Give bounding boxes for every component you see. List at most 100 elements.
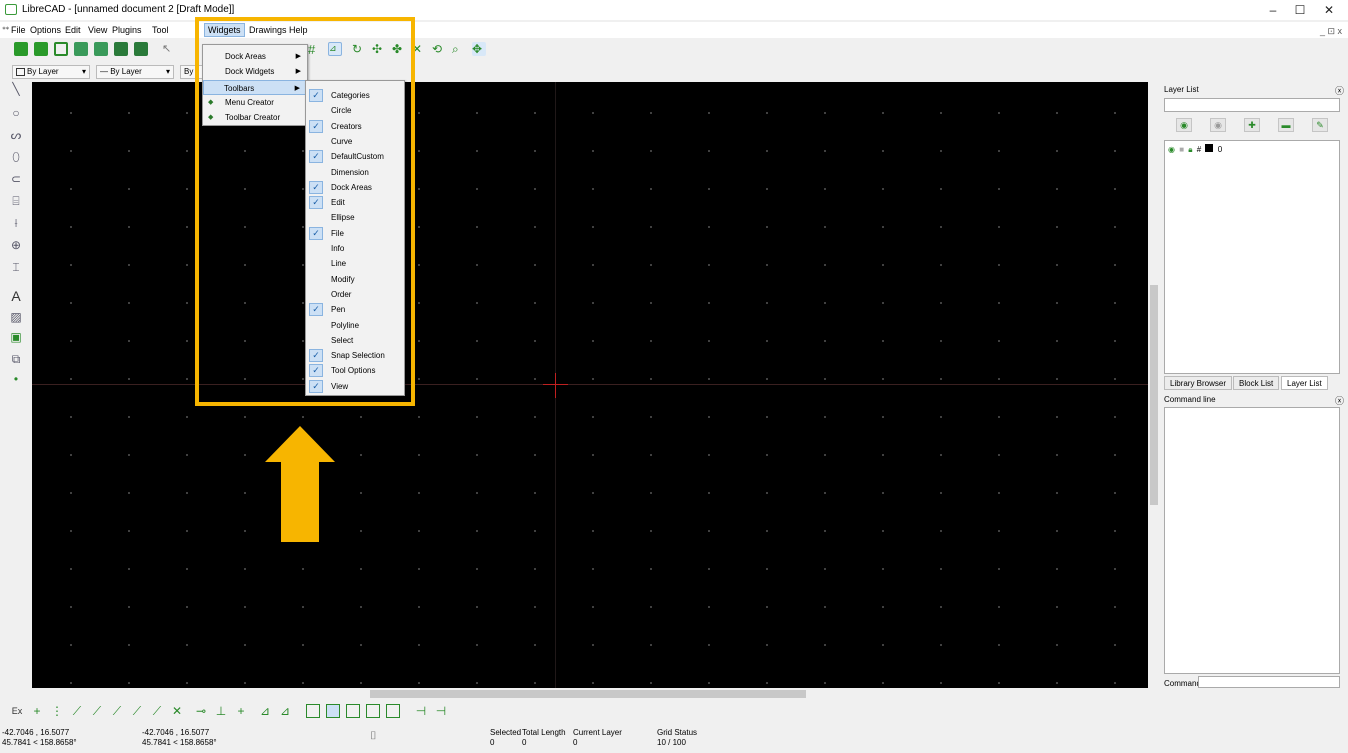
- layer-row[interactable]: ◉ ■ 🔒︎ # 0: [1168, 144, 1222, 156]
- command-input[interactable]: [1198, 676, 1340, 688]
- snap-distance-icon[interactable]: ⟋: [150, 704, 164, 718]
- command-line-title: Command line: [1164, 395, 1216, 404]
- menu-creator-icon[interactable]: ⊣: [414, 704, 428, 718]
- zoom-window-icon[interactable]: ⌕: [452, 42, 466, 56]
- menubar-grip-icon: ᕯ: [2, 25, 10, 35]
- menu-edit[interactable]: Edit: [65, 25, 81, 35]
- image-tool-icon[interactable]: ▣: [8, 330, 24, 346]
- layer-print-icon[interactable]: #: [1197, 145, 1201, 154]
- grid-status-label: Grid Status: [657, 728, 698, 737]
- pen-toolbar: By Layer ▾ — By Layer ▾ By: [8, 64, 1148, 80]
- hide-all-layers-icon[interactable]: ◉: [1210, 118, 1226, 132]
- save-as-icon[interactable]: [94, 42, 108, 56]
- status-bar: -42.7046 , 16.5077 45.7841 < 158.8658° -…: [0, 724, 1348, 753]
- width-combo[interactable]: — By Layer ▾: [96, 65, 174, 79]
- layer-lock-icon[interactable]: 🔒︎: [1188, 145, 1192, 154]
- zoom-pan-icon[interactable]: ✥: [472, 42, 486, 56]
- layer-freeze-icon[interactable]: ■: [1179, 145, 1184, 154]
- horizontal-scrollbar-thumb[interactable]: [370, 690, 806, 698]
- modify-tool-icon[interactable]: ⊕: [8, 238, 24, 254]
- mouse-icon: ⌷: [370, 730, 377, 742]
- circle-tool-icon[interactable]: ○: [8, 106, 24, 122]
- total-length-value: 0: [522, 738, 527, 747]
- restrict-vertical-icon[interactable]: ⊥: [214, 704, 228, 718]
- layer-name: 0: [1217, 145, 1223, 154]
- crosshair-horizontal: [543, 384, 568, 385]
- command-history: [1164, 407, 1340, 674]
- tab-layer-list[interactable]: Layer List: [1281, 376, 1328, 390]
- dock-area-icon-5[interactable]: [386, 704, 400, 718]
- info-tool-icon[interactable]: ⌶: [8, 260, 24, 276]
- tab-library-browser[interactable]: Library Browser: [1164, 376, 1233, 390]
- point-tool-icon[interactable]: •: [8, 372, 24, 388]
- menu-plugins[interactable]: Plugins: [112, 25, 142, 35]
- new-file-icon[interactable]: [14, 42, 28, 56]
- new-template-icon[interactable]: [34, 42, 48, 56]
- snap-intersection-icon[interactable]: ✕: [170, 704, 184, 718]
- line-tool-icon[interactable]: ╲: [8, 82, 24, 98]
- dock-area-icon-3[interactable]: [346, 704, 360, 718]
- snap-endpoint-icon[interactable]: ⟋: [70, 704, 84, 718]
- close-button[interactable]: ✕: [1314, 2, 1344, 18]
- show-all-layers-icon[interactable]: ◉: [1176, 118, 1192, 132]
- dock-area-icon-2[interactable]: [326, 704, 340, 718]
- print-preview-icon[interactable]: [134, 42, 148, 56]
- zoom-previous-icon[interactable]: ⟲: [432, 42, 446, 56]
- ellipse-tool-icon[interactable]: ⬯: [8, 150, 24, 166]
- dock-area-icon-4[interactable]: [366, 704, 380, 718]
- select-pointer-icon[interactable]: ↖: [162, 42, 176, 56]
- open-file-icon[interactable]: [54, 42, 68, 56]
- relative-coords-cartesian: -42.7046 , 16.5077: [142, 728, 210, 737]
- dimension-tool-icon[interactable]: ⟊: [8, 216, 24, 232]
- maximize-button[interactable]: ☐: [1285, 2, 1315, 18]
- absolute-coords-polar: 45.7841 < 158.8658°: [2, 738, 77, 747]
- vertical-scrollbar-thumb[interactable]: [1150, 285, 1158, 505]
- print-icon[interactable]: [114, 42, 128, 56]
- hatch-tool-icon[interactable]: ▨: [8, 310, 24, 326]
- save-icon[interactable]: [74, 42, 88, 56]
- polyline-tool-icon[interactable]: ⊂: [8, 172, 24, 188]
- block-tool-icon[interactable]: ⧉: [8, 352, 24, 368]
- menu-file[interactable]: File: [11, 25, 26, 35]
- toolbar-creator-icon[interactable]: ⊣: [434, 704, 448, 718]
- layer-list[interactable]: [1164, 140, 1340, 374]
- menu-tools[interactable]: Tool: [152, 25, 169, 35]
- tab-block-list[interactable]: Block List: [1233, 376, 1280, 390]
- layer-list-title: Layer List: [1164, 85, 1199, 94]
- layer-visible-icon[interactable]: ◉: [1168, 145, 1175, 154]
- snap-middle-icon[interactable]: ⟋: [130, 704, 144, 718]
- layer-list-close-icon[interactable]: ⓧ: [1335, 84, 1344, 97]
- exclusive-snap-button[interactable]: Ex: [10, 704, 24, 718]
- menu-options[interactable]: Options: [30, 25, 61, 35]
- grid-status-value: 10 / 100: [657, 738, 686, 747]
- snap-toolbar: Ex + ⋮ ⟋ ⟋ ⟋ ⟋ ⟋ ✕ ⊸ ⊥ + ⊿ ⊿ ⊣ ⊣: [8, 700, 1158, 722]
- snap-grid-icon[interactable]: ⋮: [50, 704, 64, 718]
- layer-search-input[interactable]: [1164, 98, 1340, 112]
- lock-relative-zero-icon[interactable]: ⊿: [278, 704, 292, 718]
- select-tool-icon[interactable]: ⌸: [8, 194, 24, 210]
- restrict-orthogonal-icon[interactable]: +: [234, 704, 248, 718]
- snap-on-entity-icon[interactable]: ⟋: [90, 704, 104, 718]
- set-relative-zero-icon[interactable]: ⊿: [258, 704, 272, 718]
- snap-center-icon[interactable]: ⟋: [110, 704, 124, 718]
- add-layer-icon[interactable]: ✚: [1244, 118, 1260, 132]
- snap-free-icon[interactable]: +: [30, 704, 44, 718]
- dock-area-icon-1[interactable]: [306, 704, 320, 718]
- curve-tool-icon[interactable]: ᔕ: [8, 128, 24, 144]
- restrict-horizontal-icon[interactable]: ⊸: [194, 704, 208, 718]
- remove-layer-icon[interactable]: ▬: [1278, 118, 1294, 132]
- window-title: LibreCAD - [unnamed document 2 [Draft Mo…: [22, 4, 235, 15]
- command-line-close-icon[interactable]: ⓧ: [1335, 394, 1344, 407]
- minimize-button[interactable]: –: [1258, 2, 1288, 18]
- mdi-window-controls[interactable]: _ ⊡ x: [1320, 26, 1342, 37]
- absolute-coords-cartesian: -42.7046 , 16.5077: [2, 728, 70, 737]
- total-length-label: Total Length: [522, 728, 566, 737]
- menu-view[interactable]: View: [88, 25, 107, 35]
- layer-color-swatch[interactable]: [1205, 144, 1214, 152]
- text-tool-icon[interactable]: A: [8, 288, 24, 304]
- crosshair-vertical: [555, 373, 556, 398]
- highlight-box: [195, 17, 415, 406]
- current-layer-label: Current Layer: [573, 728, 622, 737]
- color-combo[interactable]: By Layer ▾: [12, 65, 90, 79]
- edit-layer-icon[interactable]: ✎: [1312, 118, 1328, 132]
